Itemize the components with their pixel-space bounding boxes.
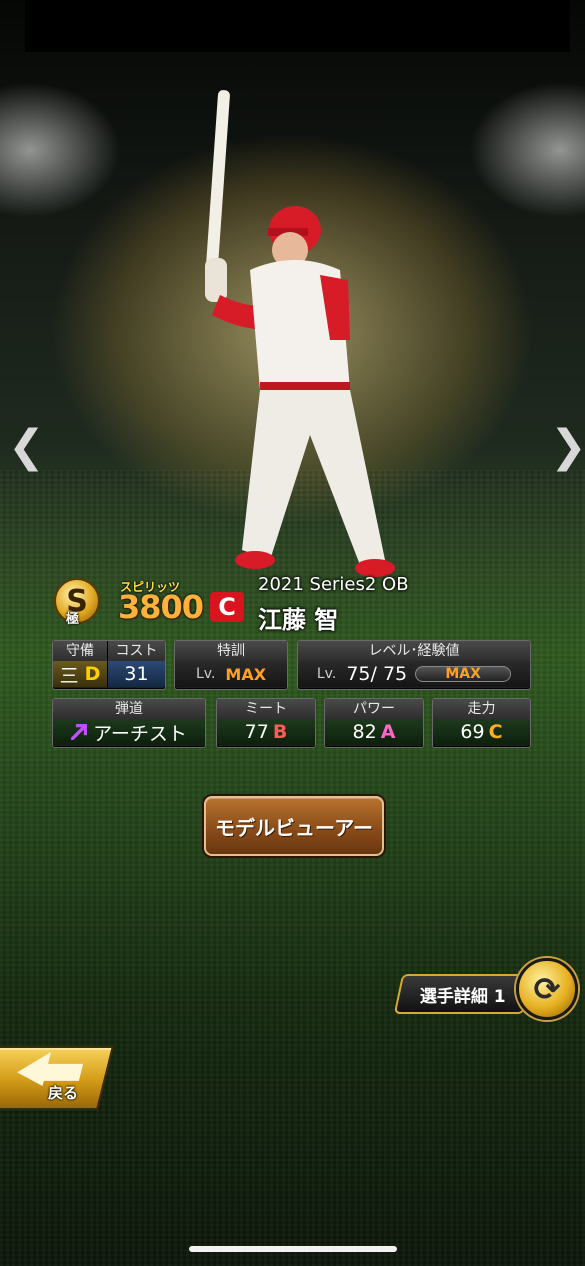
level-lv-label: Lv. [316, 666, 337, 682]
meet-value-cell: 77 B [217, 719, 315, 745]
home-indicator[interactable] [189, 1246, 397, 1252]
trajectory-arrow-icon [71, 724, 88, 740]
position-grade: D [84, 663, 101, 685]
meet-value: 77 [244, 721, 269, 743]
player-name: 江藤 智 [258, 606, 339, 634]
power-box: パワー 82 A [324, 698, 424, 748]
training-label: 特訓 [175, 641, 287, 661]
speed-value-cell: 69 C [433, 719, 530, 745]
position-label: 守備 [53, 641, 107, 661]
speed-value: 69 [460, 721, 485, 743]
training-value-cell: Lv. MAX [175, 661, 287, 687]
trajectory-box: 弾道 アーチスト [52, 698, 206, 748]
chevron-right-icon[interactable]: ❯ [550, 425, 585, 469]
level-box: レベル･経験値 Lv. 75/ 75 MAX [297, 640, 531, 690]
position-value-cell: 三 D [53, 661, 107, 687]
power-value-cell: 82 A [325, 719, 423, 745]
exp-value: MAX [445, 666, 481, 682]
player-detail-label: 選手詳細 1 [420, 986, 506, 1007]
card-series: 2021 Series2 OB [258, 574, 409, 595]
speed-label: 走力 [433, 699, 530, 719]
player-detail-button[interactable]: 選手詳細 1 [393, 974, 533, 1014]
position-cost-box: 守備 三 D コスト 31 [52, 640, 166, 690]
level-label: レベル･経験値 [298, 641, 530, 661]
level-value-cell: Lv. 75/ 75 MAX [298, 661, 530, 687]
power-grade: A [380, 721, 396, 743]
power-label: パワー [325, 699, 423, 719]
chevron-left-icon[interactable]: ❮ [8, 425, 45, 469]
cost-value: 31 [108, 661, 165, 687]
exp-bar: MAX [415, 666, 512, 682]
top-bar [25, 0, 570, 52]
position-value: 三 [59, 664, 79, 687]
meet-grade: B [272, 721, 288, 743]
speed-box: 走力 69 C [432, 698, 531, 748]
meet-box: ミート 77 B [216, 698, 316, 748]
power-value: 82 [352, 721, 377, 743]
trajectory-label: 弾道 [53, 699, 205, 719]
cost-label: コスト [108, 641, 165, 661]
trajectory-value-cell: アーチスト [53, 719, 205, 745]
model-viewer-button[interactable]: モデルビューアー [204, 796, 384, 856]
back-label[interactable]: 戻る [48, 1082, 78, 1103]
training-lv-label: Lv. [195, 666, 216, 682]
trajectory-value: アーチスト [93, 722, 187, 745]
training-value: MAX [225, 664, 267, 684]
meet-label: ミート [217, 699, 315, 719]
spirits-value: 3800 [118, 588, 204, 626]
swap-icon[interactable]: ⟳ [516, 958, 578, 1020]
level-value: 75/ 75 [346, 663, 408, 685]
team-logo-icon: C [210, 592, 244, 622]
training-box: 特訓 Lv. MAX [174, 640, 288, 690]
speed-grade: C [488, 721, 503, 743]
rank-sub-label: 極 [66, 612, 80, 627]
player-illustration [205, 90, 395, 577]
